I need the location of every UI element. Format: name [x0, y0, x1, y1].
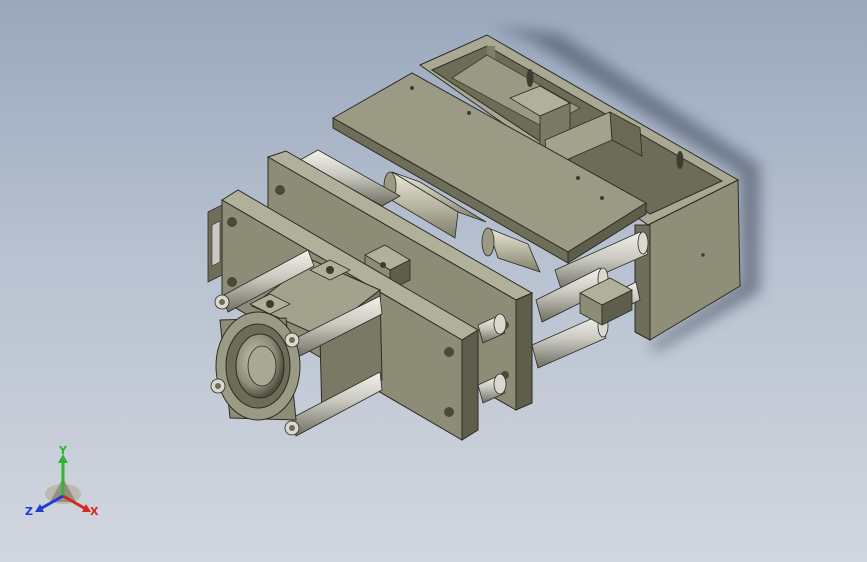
z-axis-label: Z: [25, 505, 33, 518]
cad-model-view[interactable]: [0, 0, 867, 562]
graphics-viewport[interactable]: Y X Z: [0, 0, 867, 562]
y-axis-label: Y: [59, 444, 67, 457]
orientation-triad[interactable]: Y X Z: [24, 444, 104, 526]
sensor-block[interactable]: [207, 204, 223, 283]
x-axis-label: X: [90, 505, 99, 518]
